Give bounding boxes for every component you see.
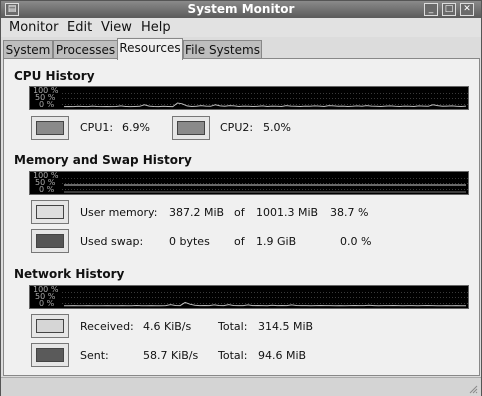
sent-total-label: Total: bbox=[218, 349, 248, 362]
received-total-label: Total: bbox=[218, 320, 248, 333]
tab-processes[interactable]: Processes bbox=[53, 40, 118, 59]
tab-file-systems[interactable]: File Systems bbox=[183, 40, 262, 59]
user-memory-color-button[interactable] bbox=[31, 200, 69, 224]
window-title: System Monitor bbox=[187, 2, 295, 16]
cpu-history-line bbox=[63, 102, 467, 108]
cpu2-color-button[interactable] bbox=[172, 116, 210, 140]
user-memory-label: User memory: bbox=[80, 206, 158, 219]
minimize-icon[interactable]: _ bbox=[424, 3, 438, 16]
network-history-line bbox=[64, 301, 466, 307]
title-bar[interactable]: ▤ System Monitor _ □ ✕ bbox=[1, 1, 481, 18]
cpu2-color-swatch bbox=[177, 121, 205, 135]
close-icon[interactable]: ✕ bbox=[460, 3, 474, 16]
sent-color-button[interactable] bbox=[31, 343, 69, 367]
tab-system[interactable]: System bbox=[3, 40, 53, 59]
user-memory-total: 1001.3 MiB bbox=[256, 206, 319, 219]
network-history-title: Network History bbox=[14, 267, 125, 281]
system-monitor-window: ▤ System Monitor _ □ ✕ Monitor Edit View… bbox=[0, 0, 482, 396]
cpu-history-plot bbox=[62, 93, 468, 108]
memory-history-title: Memory and Swap History bbox=[14, 153, 192, 167]
cpu1-value: 6.9% bbox=[122, 121, 150, 134]
used-swap-color-button[interactable] bbox=[31, 229, 69, 253]
cpu-history-graph: 100 % 50 % 0 % bbox=[29, 86, 469, 110]
menu-monitor[interactable]: Monitor bbox=[9, 20, 58, 35]
used-swap-of: of bbox=[234, 235, 245, 248]
sent-color-swatch bbox=[36, 348, 64, 362]
cpu1-color-button[interactable] bbox=[31, 116, 69, 140]
cpu1-color-swatch bbox=[36, 121, 64, 135]
network-history-plot bbox=[62, 292, 468, 307]
sent-label: Sent: bbox=[80, 349, 109, 362]
user-memory-used: 387.2 MiB bbox=[169, 206, 225, 219]
user-memory-of: of bbox=[234, 206, 245, 219]
menu-help[interactable]: Help bbox=[141, 20, 171, 35]
received-color-button[interactable] bbox=[31, 314, 69, 338]
cpu2-label: CPU2: bbox=[220, 121, 254, 134]
user-memory-percent: 38.7 % bbox=[330, 206, 369, 219]
used-swap-color-swatch bbox=[36, 234, 64, 248]
network-history-graph: 100 % 50 % 0 % bbox=[29, 285, 469, 309]
resize-grip-icon[interactable] bbox=[468, 384, 478, 394]
tab-resources[interactable]: Resources bbox=[117, 38, 183, 60]
received-total: 314.5 MiB bbox=[258, 320, 314, 333]
cpu1-label: CPU1: bbox=[80, 121, 114, 134]
sent-rate: 58.7 KiB/s bbox=[143, 349, 199, 362]
user-memory-color-swatch bbox=[36, 205, 64, 219]
menu-view[interactable]: View bbox=[101, 20, 132, 35]
memory-history-graph: 100 % 50 % 0 % bbox=[29, 171, 469, 195]
sent-total: 94.6 MiB bbox=[258, 349, 307, 362]
received-rate: 4.6 KiB/s bbox=[143, 320, 192, 333]
used-swap-used: 0 bytes bbox=[169, 235, 210, 248]
used-swap-total: 1.9 GiB bbox=[256, 235, 297, 248]
maximize-icon[interactable]: □ bbox=[442, 3, 456, 16]
cpu2-value: 5.0% bbox=[263, 121, 291, 134]
menu-bar: Monitor Edit View Help bbox=[1, 18, 481, 37]
tab-bar: System Processes Resources File Systems bbox=[1, 37, 481, 60]
memory-history-plot bbox=[62, 178, 468, 193]
cpu-history-title: CPU History bbox=[14, 69, 95, 83]
menu-edit[interactable]: Edit bbox=[67, 20, 92, 35]
resources-panel: CPU History 100 % 50 % 0 % CPU1: 6.9% CP… bbox=[3, 58, 480, 376]
received-color-swatch bbox=[36, 319, 64, 333]
received-label: Received: bbox=[80, 320, 134, 333]
status-bar bbox=[1, 377, 481, 396]
used-swap-percent: 0.0 % bbox=[340, 235, 372, 248]
used-swap-label: Used swap: bbox=[80, 235, 144, 248]
